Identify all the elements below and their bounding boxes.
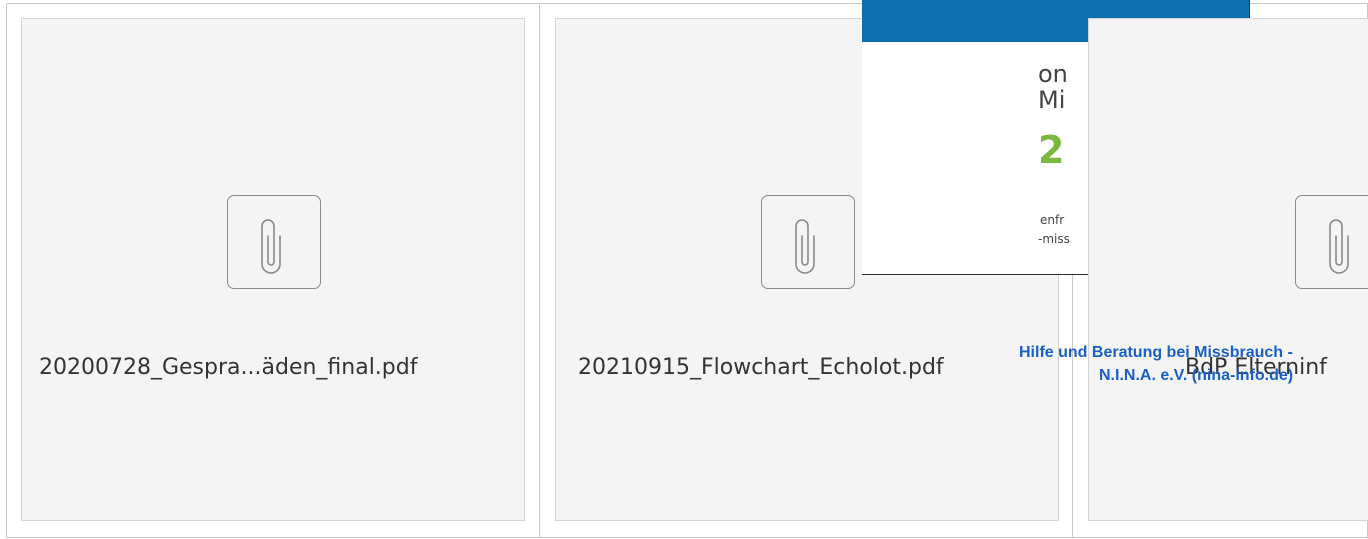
attachment-card[interactable]: BdP Elterninf (1088, 18, 1368, 521)
paperclip-icon (761, 195, 855, 289)
attachment-filename[interactable]: 20210915_Flowchart_Echolot.pdf (578, 355, 944, 380)
column-divider (539, 3, 540, 538)
preview-text: on (1038, 60, 1068, 88)
help-link[interactable]: Hilfe und Beratung bei Missbrauch - (1019, 344, 1293, 362)
preview-text: -miss (1038, 232, 1070, 246)
attachment-card[interactable]: 20200728_Gespra...äden_final.pdf (21, 18, 525, 521)
paperclip-icon (1295, 195, 1368, 289)
attachment-filename[interactable]: 20200728_Gespra...äden_final.pdf (39, 355, 417, 380)
preview-text: enfr (1040, 213, 1065, 227)
preview-number: 2 (1038, 128, 1065, 172)
preview-text: Mi (1038, 86, 1066, 114)
paperclip-icon (227, 195, 321, 289)
help-link-domain[interactable]: N.I.N.A. e.V. (nina-info.de) (1099, 367, 1293, 385)
